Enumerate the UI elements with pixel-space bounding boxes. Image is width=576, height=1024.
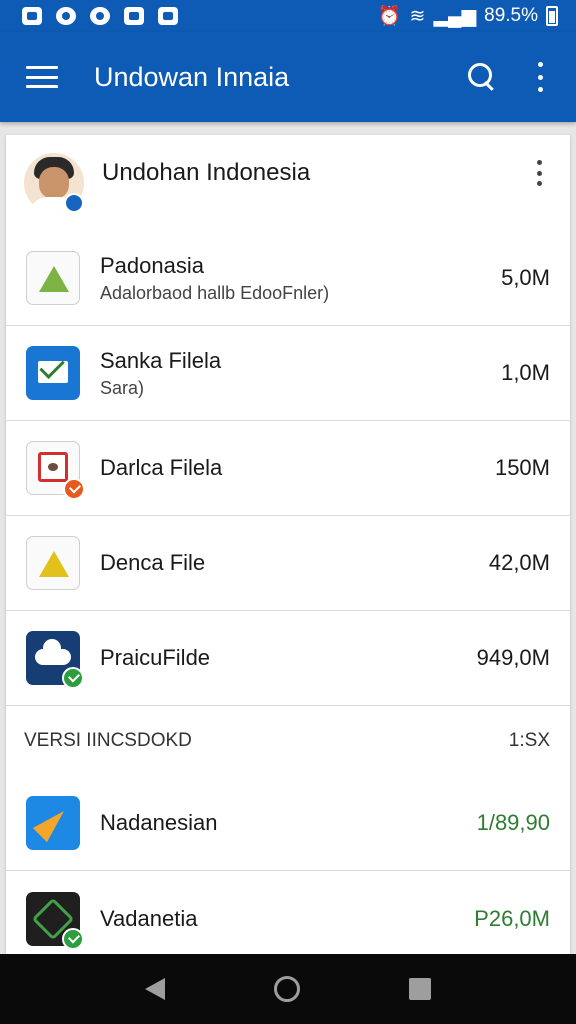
battery-percentage: 89.5% xyxy=(484,5,538,26)
item-title: Darlca Filela xyxy=(100,455,223,480)
item-size: P26,0M xyxy=(474,905,550,931)
item-size: 1,0M xyxy=(501,360,550,385)
mail-icon xyxy=(26,346,80,400)
profile-name: Undohan Indonesia xyxy=(102,159,311,186)
alarm-icon: ⏰ xyxy=(377,6,402,27)
app-title: Undowan Innaia xyxy=(94,61,290,92)
list-item[interactable]: Vadanetia P26,0M xyxy=(6,871,570,955)
battery-icon xyxy=(546,6,558,26)
item-size: 949,0M xyxy=(476,645,550,670)
list-item[interactable]: Denca File 42,0M xyxy=(6,516,570,611)
green-triangle-icon xyxy=(26,251,80,305)
profile-more-icon[interactable] xyxy=(534,160,544,186)
item-subtitle: Sara) xyxy=(100,377,145,398)
home-icon[interactable] xyxy=(273,976,300,1002)
item-title: Nadanesian xyxy=(100,810,218,835)
system-nav-bar xyxy=(0,954,576,1024)
signal-icon: ▂▄▆ xyxy=(433,5,477,27)
list-item[interactable]: Nadanesian 1/89,90 xyxy=(6,776,570,871)
section-label: VERSI IINCSDOKD xyxy=(24,730,192,751)
item-size: 1/89,90 xyxy=(476,810,550,835)
notification-icons xyxy=(22,7,178,25)
file-list-card: Undohan Indonesia Padonasia Adalorbaod h… xyxy=(6,135,570,955)
recent-apps-icon[interactable] xyxy=(409,978,432,1000)
yellow-triangle-icon xyxy=(26,536,80,590)
item-title: Denca File xyxy=(100,550,206,575)
list-item[interactable]: Padonasia Adalorbaod hallb EdooFnler) 5,… xyxy=(6,231,570,326)
back-icon[interactable] xyxy=(144,978,165,1000)
list-item[interactable]: Darlca Filela 150M xyxy=(6,421,570,516)
check-badge-icon xyxy=(63,478,85,500)
item-title: Vadanetia xyxy=(100,905,198,931)
item-size: 5,0M xyxy=(501,265,550,290)
calendar-icon xyxy=(26,441,85,500)
section-header: VERSI IINCSDOKD 1:SX xyxy=(6,706,570,776)
profile-row[interactable]: Undohan Indonesia xyxy=(6,135,570,231)
item-size: 42,0M xyxy=(488,550,550,575)
list-item[interactable]: Sanka Filela Sara) 1,0M xyxy=(6,326,570,421)
notification-app-icon xyxy=(124,7,144,25)
notification-app-icon xyxy=(90,7,110,25)
item-title: Sanka Filela xyxy=(100,347,222,373)
notification-app-icon xyxy=(56,7,76,25)
system-icons: ⏰ ≋ ▂▄▆ 89.5% xyxy=(378,4,558,28)
check-badge-icon xyxy=(62,667,84,689)
gem-icon xyxy=(26,891,84,950)
verified-badge-icon xyxy=(64,193,84,213)
app-bar: Undowan Innaia xyxy=(0,32,576,122)
plane-icon xyxy=(26,796,80,850)
status-bar: ⏰ ≋ ▂▄▆ 89.5% xyxy=(0,0,576,32)
wifi-icon: ≋ xyxy=(409,5,426,27)
notification-app-icon xyxy=(158,7,178,25)
cloud-icon xyxy=(26,631,84,689)
check-badge-icon xyxy=(62,927,84,950)
hamburger-menu-icon[interactable] xyxy=(26,66,58,88)
item-title: Padonasia xyxy=(100,252,204,278)
notification-app-icon xyxy=(22,7,42,25)
section-meta: 1:SX xyxy=(508,730,550,751)
more-options-icon[interactable] xyxy=(530,62,550,92)
item-title: PraicuFilde xyxy=(100,645,211,670)
item-size: 150M xyxy=(494,455,550,480)
list-item[interactable]: PraicuFilde 949,0M xyxy=(6,611,570,706)
search-icon[interactable] xyxy=(464,59,500,95)
item-subtitle: Adalorbaod hallb EdooFnler) xyxy=(100,282,330,303)
